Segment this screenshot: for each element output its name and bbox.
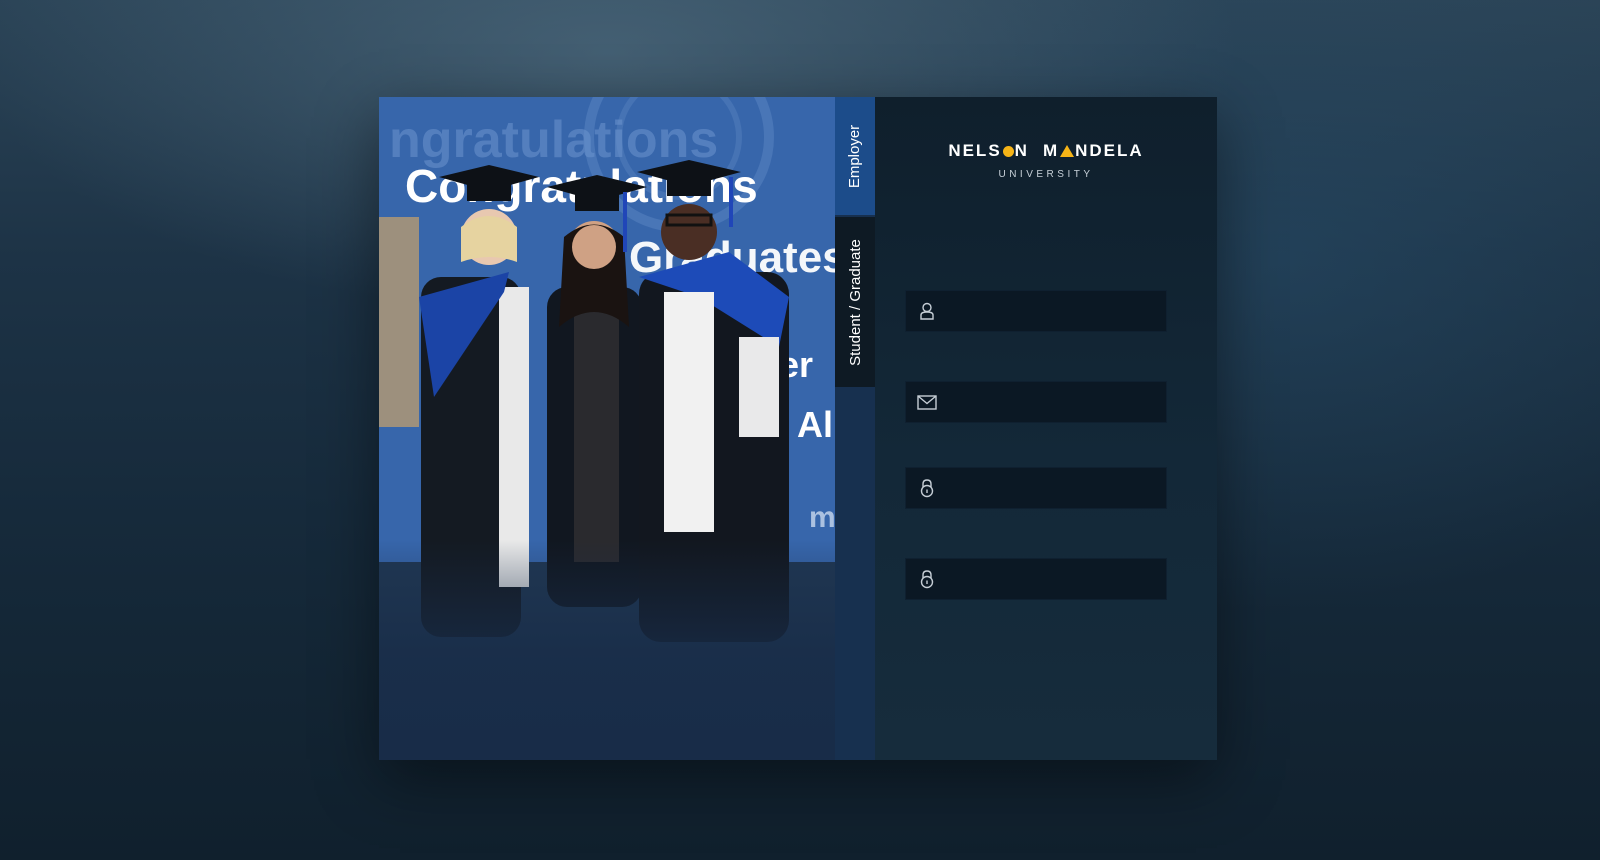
logo-triangle-icon xyxy=(1060,145,1075,157)
mail-icon xyxy=(906,382,948,422)
email-field[interactable] xyxy=(905,381,1167,423)
confirm-password-field[interactable] xyxy=(905,558,1167,600)
username-field[interactable] xyxy=(905,290,1167,332)
confirm-password-input[interactable] xyxy=(948,558,1166,600)
logo-text: NELS xyxy=(948,141,1002,160)
login-card: ngratulations Congratulations Graduates … xyxy=(379,97,1217,760)
tab-employer-label: Employer xyxy=(846,124,864,188)
tab-student-graduate[interactable]: Student / Graduate xyxy=(835,217,875,387)
login-form-panel: NELS N M NDELA UNIVERSITY xyxy=(875,97,1217,760)
logo-text: N xyxy=(1014,141,1029,160)
logo-dot-icon xyxy=(1002,145,1014,157)
password-input[interactable] xyxy=(948,467,1166,509)
lock-icon xyxy=(906,468,948,508)
lock-icon xyxy=(906,559,948,599)
logo-text: NDELA xyxy=(1075,141,1144,160)
logo-wordmark: NELS N M NDELA xyxy=(875,141,1217,161)
role-tabs: Employer Student / Graduate xyxy=(835,97,875,760)
email-input[interactable] xyxy=(948,381,1166,423)
logo-text: M xyxy=(1042,141,1060,160)
username-input[interactable] xyxy=(948,290,1166,332)
university-logo: NELS N M NDELA UNIVERSITY xyxy=(875,141,1217,180)
svg-text:Alumni: Alumni xyxy=(797,404,835,445)
tab-employer[interactable]: Employer xyxy=(835,97,875,215)
tab-student-graduate-label: Student / Graduate xyxy=(846,238,864,366)
graduation-photo: ngratulations Congratulations Graduates … xyxy=(379,97,835,760)
svg-text:mmu: mmu xyxy=(809,501,835,534)
photo-fade-overlay xyxy=(379,540,835,760)
user-icon xyxy=(906,291,948,331)
password-field[interactable] xyxy=(905,467,1167,509)
logo-subtitle: UNIVERSITY xyxy=(998,169,1094,180)
